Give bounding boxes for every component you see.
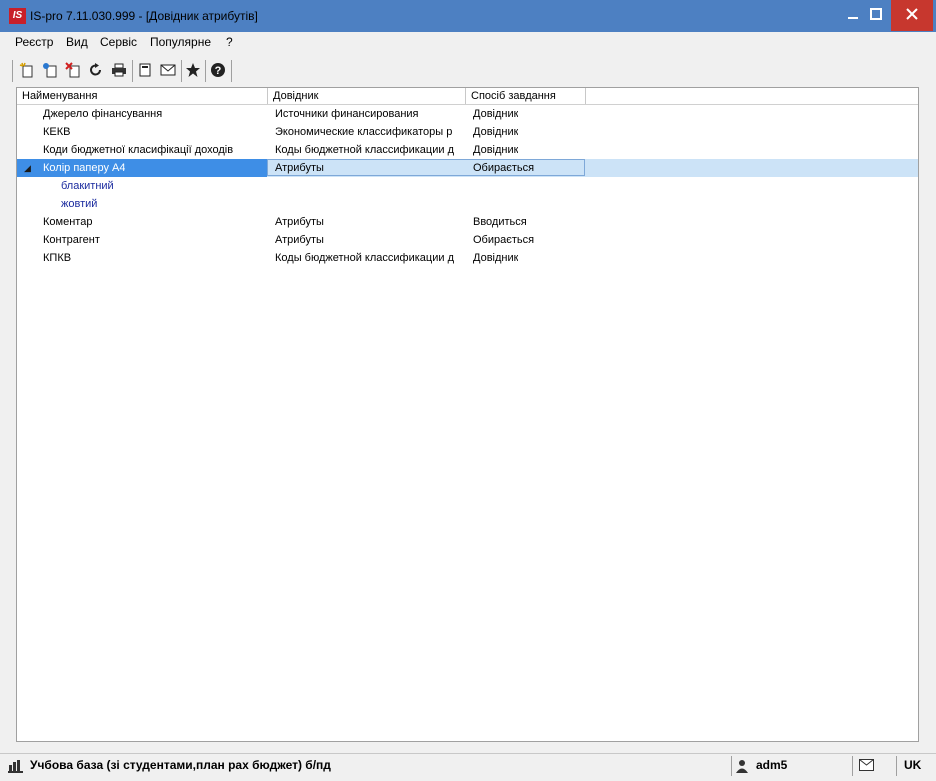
database-icon: [8, 759, 24, 776]
table-row-child[interactable]: жовтий: [17, 195, 918, 213]
status-separator: [852, 756, 853, 776]
column-header-mode[interactable]: Спосіб завдання: [466, 88, 586, 104]
cell-mode: Вводиться: [473, 216, 527, 228]
mail-status-icon[interactable]: [859, 759, 874, 774]
document-icon: [139, 63, 151, 77]
cell-name: блакитний: [61, 180, 114, 192]
refresh-icon: [90, 63, 101, 76]
cell-reference: Источники финансирования: [275, 108, 419, 120]
close-button[interactable]: [891, 0, 933, 31]
table-header: Найменування Довідник Спосіб завдання: [17, 88, 918, 105]
title-bar: IS IS-pro 7.11.030.999 - [Довідник атриб…: [0, 0, 936, 32]
menu-help[interactable]: ?: [224, 35, 235, 49]
cell-name: КЕКВ: [43, 126, 71, 138]
cell-mode: Обирається: [473, 234, 535, 246]
print-button[interactable]: [109, 60, 129, 80]
cell-mode: Обирається: [473, 162, 535, 174]
mail-icon: [160, 64, 176, 76]
help-icon: ?: [211, 63, 225, 77]
table-row[interactable]: Джерело фінансування Источники финансиро…: [17, 105, 918, 123]
cell-reference: Экономические классификаторы р: [275, 126, 453, 138]
status-separator: [731, 756, 732, 776]
cell-reference: Атрибуты: [275, 162, 324, 174]
table-row[interactable]: Коментар Атрибуты Вводиться: [17, 213, 918, 231]
new-icon: [19, 62, 33, 78]
cell-reference: Атрибуты: [275, 216, 324, 228]
table-row-selected[interactable]: ◢ Колір паперу А4 Атрибуты Обирається: [17, 159, 918, 177]
print-icon: [112, 63, 126, 77]
help-button[interactable]: ?: [208, 60, 228, 80]
cell-mode: Довідник: [473, 144, 519, 156]
table-row[interactable]: Коди бюджетної класифікації доходів Коды…: [17, 141, 918, 159]
refresh-button[interactable]: [86, 60, 106, 80]
cell-reference: Коды бюджетной классификации д: [275, 144, 454, 156]
menu-view[interactable]: Вид: [64, 35, 90, 49]
delete-icon: [65, 62, 80, 78]
toolbar: ?: [0, 56, 936, 84]
cell-name: КПКВ: [43, 252, 72, 264]
copy-button[interactable]: [40, 60, 60, 80]
close-icon: [906, 8, 918, 20]
new-button[interactable]: [17, 60, 37, 80]
app-logo-icon: IS: [9, 8, 26, 24]
column-header-reference[interactable]: Довідник: [268, 88, 466, 104]
favorites-star-icon: [186, 63, 200, 77]
language-indicator[interactable]: UK: [904, 758, 921, 772]
toolbar-separator: [181, 60, 182, 82]
cell-name: Коди бюджетної класифікації доходів: [43, 144, 234, 156]
status-separator: [896, 756, 897, 776]
menu-service[interactable]: Сервіс: [98, 35, 139, 49]
menu-popular[interactable]: Популярне: [148, 35, 213, 49]
document-button[interactable]: [135, 60, 155, 80]
expander-icon[interactable]: ◢: [24, 159, 31, 177]
status-bar: Учбова база (зі студентами,план рах бюдж…: [0, 753, 936, 778]
toolbar-separator: [132, 60, 133, 82]
user-name: adm5: [756, 758, 788, 772]
cell-mode: Довідник: [473, 108, 519, 120]
cell-name: Контрагент: [43, 234, 100, 246]
window-title: IS-pro 7.11.030.999 - [Довідник атрибуті…: [30, 9, 258, 23]
column-header-name[interactable]: Найменування: [17, 88, 268, 104]
cell-name: Коментар: [43, 216, 93, 228]
toolbar-grip: [12, 60, 13, 82]
favorites-button[interactable]: [183, 60, 203, 80]
cell-name: жовтий: [61, 198, 98, 210]
attributes-table[interactable]: Найменування Довідник Спосіб завдання Дж…: [16, 87, 919, 742]
cell-reference: Коды бюджетной классификации д: [275, 252, 454, 264]
menu-bar: Реєстр Вид Сервіс Популярне ?: [0, 32, 936, 54]
cell-name: Джерело фінансування: [43, 108, 163, 120]
toolbar-separator: [205, 60, 206, 82]
menu-registry[interactable]: Реєстр: [13, 35, 55, 49]
maximize-icon: [870, 8, 882, 20]
database-name: Учбова база (зі студентами,план рах бюдж…: [30, 758, 331, 772]
cell-name: Колір паперу А4: [43, 162, 126, 174]
mail-button[interactable]: [158, 60, 178, 80]
table-row-child[interactable]: блакитний: [17, 177, 918, 195]
minimize-icon: [848, 17, 858, 19]
copy-icon: [43, 63, 57, 78]
cell-mode: Довідник: [473, 252, 519, 264]
maximize-button[interactable]: [861, 0, 891, 31]
user-icon: [736, 759, 748, 776]
cell-mode: Довідник: [473, 126, 519, 138]
toolbar-separator: [231, 60, 232, 82]
table-row[interactable]: КЕКВ Экономические классификаторы р Дові…: [17, 123, 918, 141]
cell-reference: Атрибуты: [275, 234, 324, 246]
table-row[interactable]: КПКВ Коды бюджетной классификации д Дові…: [17, 249, 918, 267]
delete-button[interactable]: [63, 60, 83, 80]
svg-text:?: ?: [215, 65, 222, 77]
table-row[interactable]: Контрагент Атрибуты Обирається: [17, 231, 918, 249]
